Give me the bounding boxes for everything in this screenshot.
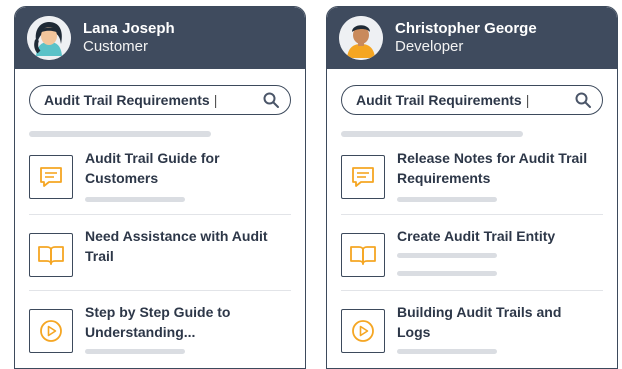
play-icon	[352, 320, 374, 342]
developer-card: Christopher George Developer Audit Trail…	[326, 6, 618, 369]
divider	[29, 214, 291, 215]
placeholder-bar	[341, 131, 523, 137]
item-title[interactable]: Building Audit Trails and Logs	[397, 303, 597, 342]
user-role: Customer	[83, 38, 149, 55]
divider	[29, 290, 291, 291]
list-item[interactable]: Release Notes for Audit Trail Requiremen…	[341, 149, 603, 211]
item-title[interactable]: Step by Step Guide to Understanding...	[85, 303, 285, 342]
item-title[interactable]: Release Notes for Audit Trail Requiremen…	[397, 149, 597, 188]
user-name: Lana Joseph	[83, 20, 175, 37]
item-title[interactable]: Audit Trail Guide for Customers	[85, 149, 285, 188]
list-item[interactable]: Building Audit Trails and Logs	[341, 303, 603, 365]
search-input[interactable]: Audit Trail Requirements |	[341, 85, 603, 115]
search-value: Audit Trail Requirements	[356, 92, 522, 108]
card-header: Lana Joseph Customer	[15, 7, 305, 69]
play-icon	[40, 320, 62, 342]
text-cursor: |	[525, 92, 530, 108]
placeholder-bar	[397, 271, 497, 276]
chat-icon	[352, 167, 374, 187]
placeholder-bar	[85, 197, 185, 202]
placeholder-bar	[29, 131, 211, 137]
avatar	[339, 16, 383, 60]
list-item[interactable]: Audit Trail Guide for Customers	[29, 149, 291, 211]
placeholder-bar	[397, 253, 497, 258]
item-title[interactable]: Create Audit Trail Entity	[397, 227, 597, 247]
book-icon	[38, 246, 64, 265]
chat-icon	[40, 167, 62, 187]
book-icon	[350, 246, 376, 265]
user-role: Developer	[395, 38, 464, 55]
list-item[interactable]: Create Audit Trail Entity	[341, 227, 603, 289]
text-cursor: |	[213, 92, 218, 108]
item-title[interactable]: Need Assistance with Audit Trail	[85, 227, 285, 266]
placeholder-bar	[397, 197, 497, 202]
divider	[341, 290, 603, 291]
avatar	[27, 16, 71, 60]
customer-card: Lana Joseph Customer Audit Trail Require…	[14, 6, 306, 369]
placeholder-bar	[85, 349, 185, 354]
search-value: Audit Trail Requirements	[44, 92, 210, 108]
list-item[interactable]: Step by Step Guide to Understanding...	[29, 303, 291, 365]
search-input[interactable]: Audit Trail Requirements |	[29, 85, 291, 115]
search-icon[interactable]	[574, 91, 592, 109]
divider	[341, 214, 603, 215]
list-item[interactable]: Need Assistance with Audit Trail	[29, 227, 291, 289]
user-name: Christopher George	[395, 20, 537, 37]
search-icon[interactable]	[262, 91, 280, 109]
placeholder-bar	[397, 349, 497, 354]
card-header: Christopher George Developer	[327, 7, 617, 69]
